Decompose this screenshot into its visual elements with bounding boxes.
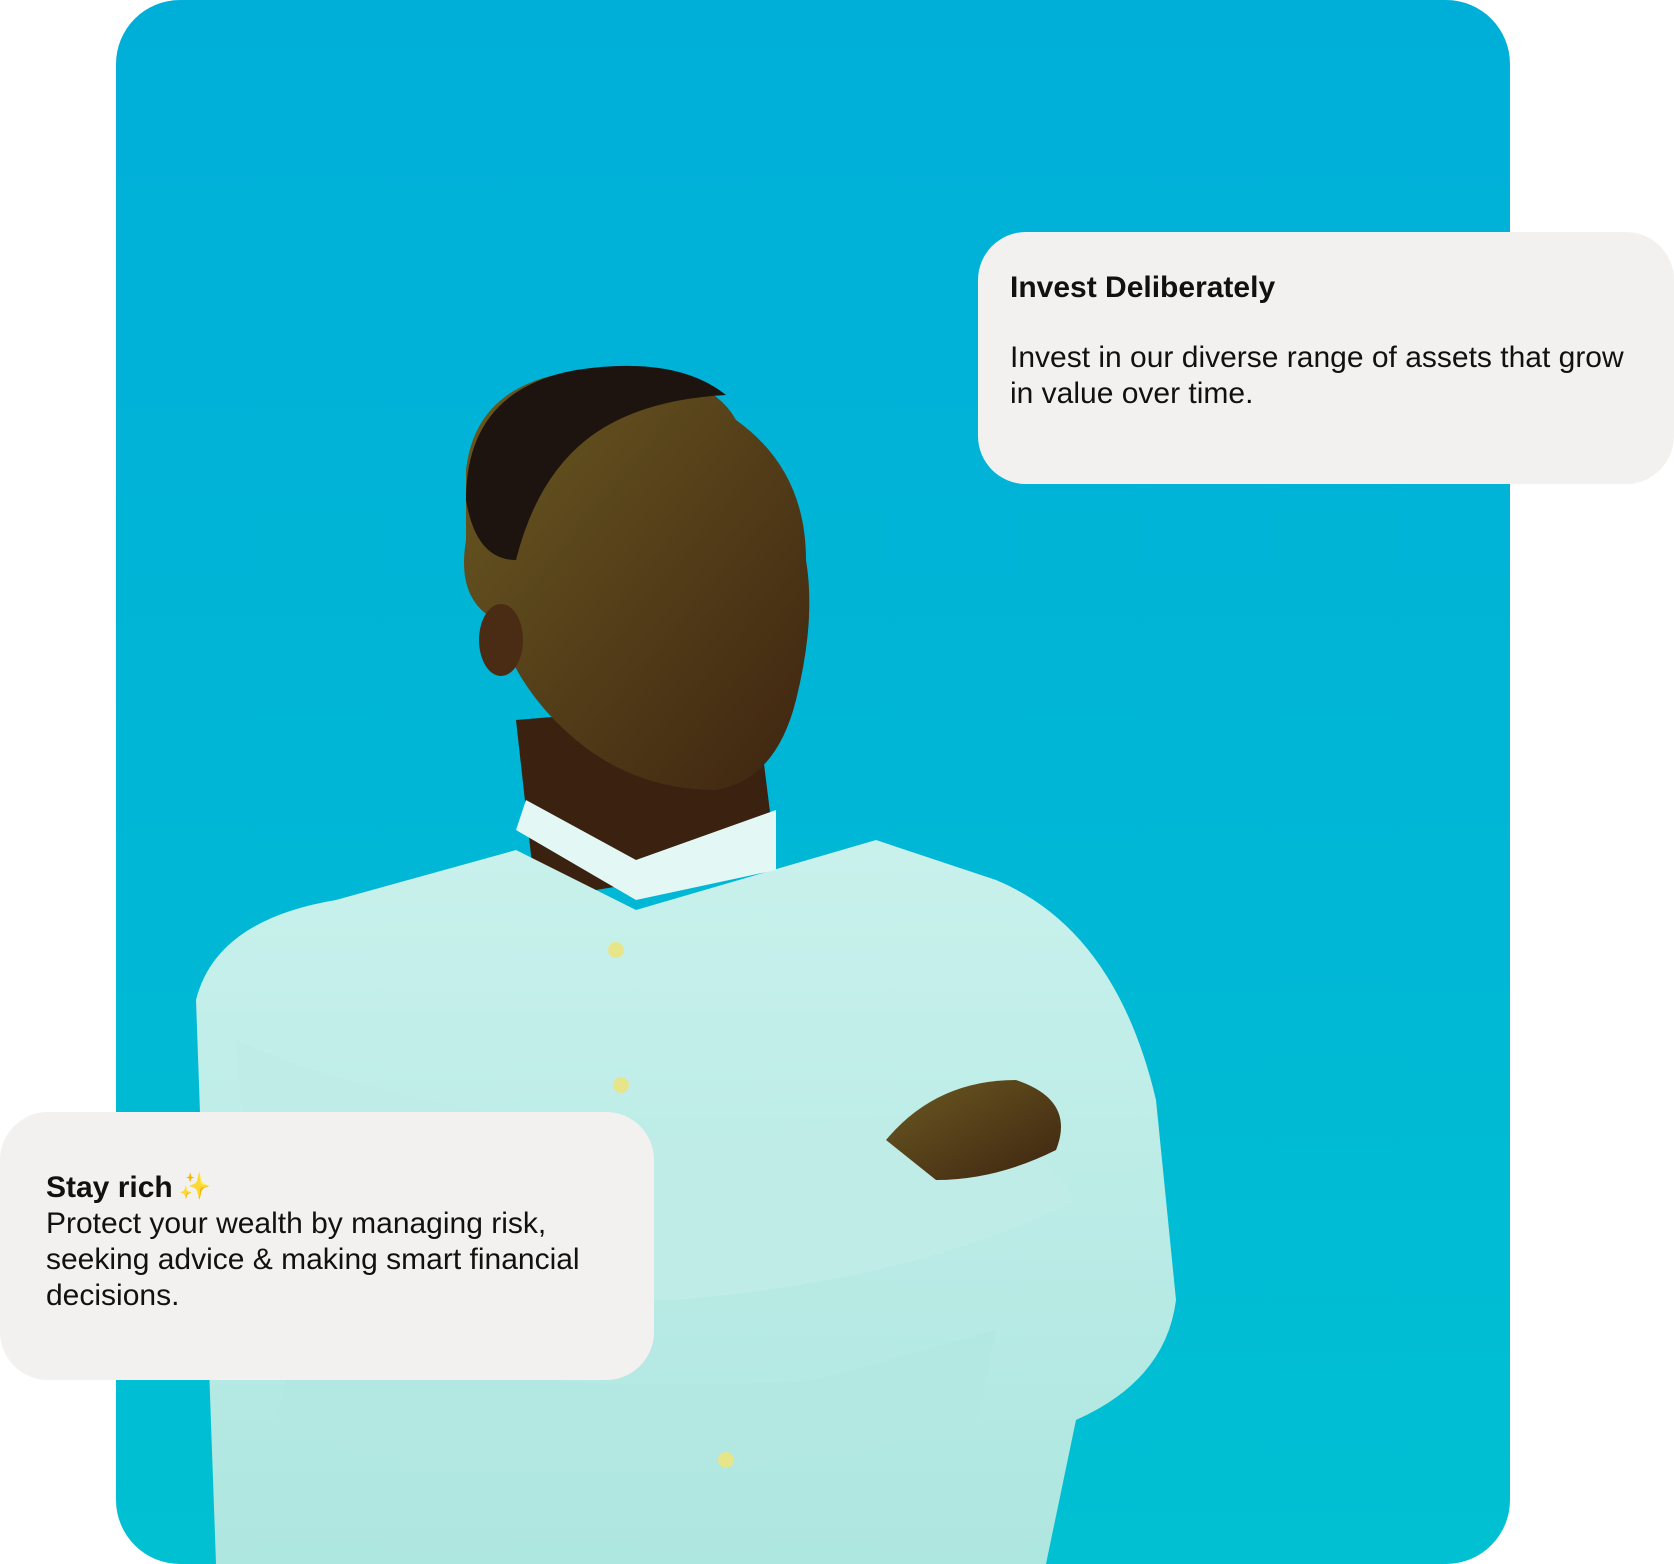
rich-card-body: Protect your wealth by managing risk, se…	[46, 1207, 580, 1312]
invest-card-body: Invest in our diverse range of assets th…	[1010, 341, 1624, 410]
hero-visual: Invest Deliberately Invest in our divers…	[0, 0, 1674, 1564]
invest-deliberately-card: Invest Deliberately Invest in our divers…	[978, 232, 1674, 484]
stay-rich-card: Stay rich ✨ Protect your wealth by managi…	[0, 1112, 654, 1380]
rich-card-title-row: Stay rich ✨	[46, 1168, 614, 1206]
sparkles-icon: ✨	[178, 1171, 212, 1201]
invest-card-title: Invest Deliberately	[1010, 271, 1276, 304]
rich-card-title: Stay rich	[46, 1171, 173, 1204]
